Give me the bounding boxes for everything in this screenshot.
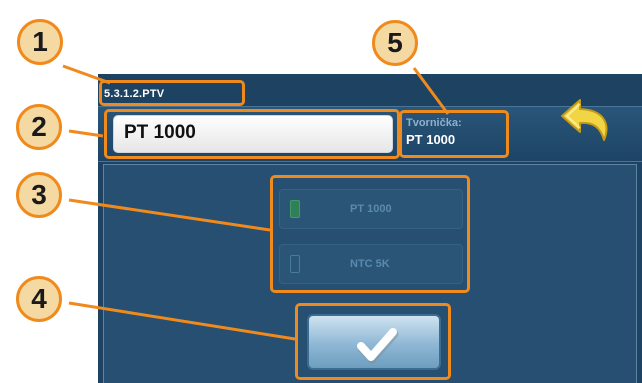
highlight-confirm (295, 303, 451, 380)
highlight-menu-path (99, 80, 245, 106)
callout-2: 2 (16, 104, 62, 150)
callout-4: 4 (16, 276, 62, 322)
highlight-factory-default (399, 110, 509, 158)
highlight-options (270, 175, 470, 293)
callout-3: 3 (16, 172, 62, 218)
highlight-current-value (104, 109, 400, 159)
callout-5: 5 (372, 20, 418, 66)
callout-1: 1 (17, 19, 63, 65)
